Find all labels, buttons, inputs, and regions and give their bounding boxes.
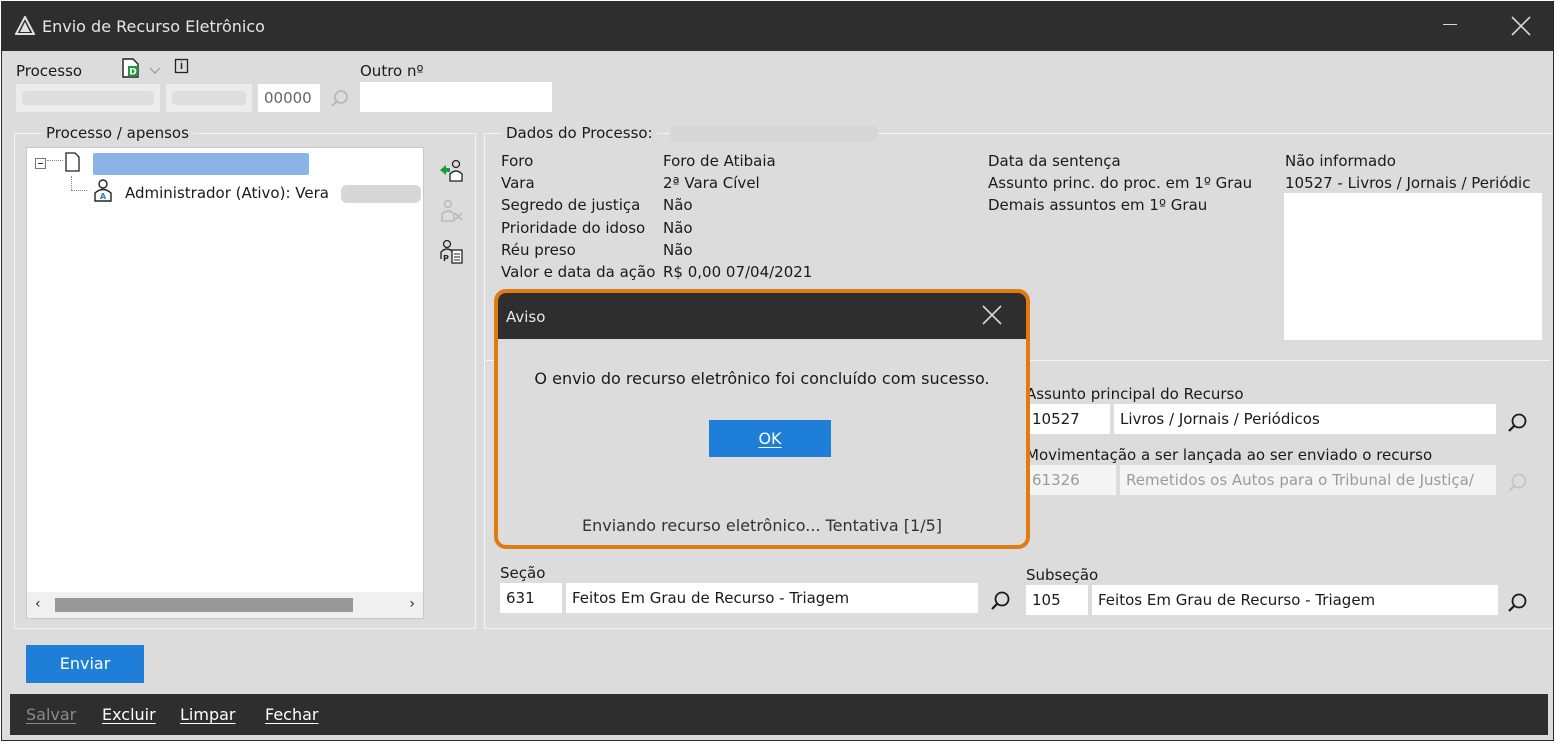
document-d-icon[interactable]: D xyxy=(120,57,142,83)
scroll-left-icon[interactable]: ‹ xyxy=(35,596,41,612)
process-tree[interactable]: A Administrador (Ativo): Vera ‹ › xyxy=(26,147,424,619)
scrollbar-thumb[interactable] xyxy=(55,598,353,612)
dados-legend: Dados do Processo: xyxy=(502,124,657,142)
horizontal-scrollbar[interactable]: ‹ › xyxy=(27,592,423,618)
svg-text:P: P xyxy=(443,254,449,263)
document-icon xyxy=(65,152,81,176)
secao-code-input[interactable]: 631 xyxy=(500,583,562,613)
assunto-1grau-value: 10527 - Livros / Jornais / Periódic xyxy=(1285,174,1531,192)
bottom-action-bar: Salvar Excluir Limpar Fechar xyxy=(10,694,1548,735)
remove-person-icon xyxy=(438,197,464,227)
redacted-name xyxy=(341,185,421,203)
ok-button[interactable]: OK xyxy=(709,420,831,457)
app-logo-icon xyxy=(14,14,36,40)
excluir-button[interactable]: Excluir xyxy=(102,705,156,724)
search-assunto-icon[interactable] xyxy=(1507,412,1529,438)
foro-label: Foro xyxy=(501,152,534,170)
valor-value: R$ 0,00 07/04/2021 xyxy=(663,263,813,281)
tree-connector xyxy=(71,190,87,191)
apensos-legend: Processo / apensos xyxy=(42,124,193,142)
search-movimentacao-icon xyxy=(1507,472,1529,498)
dialog-title: Aviso xyxy=(506,308,546,326)
info-icon[interactable] xyxy=(174,58,190,80)
demais-assuntos-label: Demais assuntos em 1º Grau xyxy=(988,196,1208,214)
outro-numero-input[interactable] xyxy=(360,82,552,112)
minimize-icon[interactable] xyxy=(1443,24,1457,25)
subsecao-label: Subseção xyxy=(1026,566,1099,584)
subsecao-desc-input[interactable]: Feitos Em Grau de Recurso - Triagem xyxy=(1092,585,1498,615)
dialog-message: O envio do recurso eletrônico foi conclu… xyxy=(534,369,990,388)
salvar-button[interactable]: Salvar xyxy=(26,705,76,724)
window-title: Envio de Recurso Eletrônico xyxy=(42,17,265,36)
secao-label: Seção xyxy=(500,564,546,582)
processo-number-field[interactable] xyxy=(16,84,160,112)
data-sentenca-value: Não informado xyxy=(1285,152,1396,170)
aviso-dialog: Aviso O envio do recurso eletrônico foi … xyxy=(494,289,1030,549)
assunto-1grau-label: Assunto princ. do proc. em 1º Grau xyxy=(988,174,1253,192)
redacted-process-number xyxy=(670,126,878,142)
movimentacao-label: Movimentação a ser lançada ao ser enviad… xyxy=(1026,446,1433,464)
dialog-status-text: Enviando recurso eletrônico... Tentativa… xyxy=(581,516,943,535)
person-document-icon[interactable]: P xyxy=(438,239,464,269)
foro-value: Foro de Atibaia xyxy=(663,152,776,170)
enviar-button[interactable]: Enviar xyxy=(26,645,144,683)
secao-desc-input[interactable]: Feitos Em Grau de Recurso - Triagem xyxy=(566,583,978,613)
movimentacao-code-input[interactable]: 61326 xyxy=(1026,465,1116,495)
tree-connector xyxy=(71,176,72,190)
segredo-value: Não xyxy=(663,196,693,214)
collapse-icon[interactable] xyxy=(35,156,47,174)
vara-label: Vara xyxy=(501,174,535,192)
processo-label: Processo xyxy=(16,62,83,80)
reu-preso-label: Réu preso xyxy=(501,241,576,259)
search-subsecao-icon[interactable] xyxy=(1507,592,1529,618)
close-icon[interactable] xyxy=(1511,16,1531,40)
tree-item-processo[interactable] xyxy=(93,153,309,175)
tree-item-administrador[interactable]: Administrador (Ativo): Vera xyxy=(125,184,329,202)
svg-text:A: A xyxy=(100,192,107,201)
assunto-desc-input[interactable]: Livros / Jornais / Periódicos xyxy=(1114,404,1496,434)
valor-label: Valor e data da ação xyxy=(501,263,656,281)
scroll-right-icon[interactable]: › xyxy=(409,596,415,612)
search-icon[interactable] xyxy=(330,89,350,113)
data-sentenca-label: Data da sentença xyxy=(988,152,1121,170)
svg-text:D: D xyxy=(129,68,136,78)
assunto-code-input[interactable]: 10527 xyxy=(1026,404,1110,434)
main-window: Envio de Recurso Eletrônico Processo D 0… xyxy=(1,1,1554,741)
demais-assuntos-list[interactable] xyxy=(1284,193,1542,340)
prioridade-value: Não xyxy=(663,219,693,237)
tree-connector xyxy=(47,160,63,161)
limpar-button[interactable]: Limpar xyxy=(180,705,235,724)
chevron-down-icon[interactable] xyxy=(149,62,161,80)
fechar-button[interactable]: Fechar xyxy=(265,705,319,724)
title-bar: Envio de Recurso Eletrônico xyxy=(2,2,1553,51)
subsecao-code-input[interactable]: 105 xyxy=(1026,585,1088,615)
processo-digit-field[interactable] xyxy=(166,84,252,112)
person-icon: A xyxy=(93,179,113,207)
segredo-label: Segredo de justiça xyxy=(501,196,641,214)
assunto-recurso-label: Assunto principal do Recurso xyxy=(1026,385,1244,403)
reu-preso-value: Não xyxy=(663,241,693,259)
add-person-icon[interactable] xyxy=(438,157,464,187)
dialog-title-bar: Aviso xyxy=(498,293,1026,339)
search-secao-icon[interactable] xyxy=(990,590,1012,616)
processo-foro-field[interactable]: 00000 xyxy=(258,84,320,112)
prioridade-label: Prioridade do idoso xyxy=(501,219,646,237)
outro-numero-label: Outro nº xyxy=(360,62,424,80)
vara-value: 2ª Vara Cível xyxy=(663,174,760,192)
movimentacao-desc-input[interactable]: Remetidos os Autos para o Tribunal de Ju… xyxy=(1120,465,1496,495)
dialog-close-icon[interactable] xyxy=(982,305,1002,329)
